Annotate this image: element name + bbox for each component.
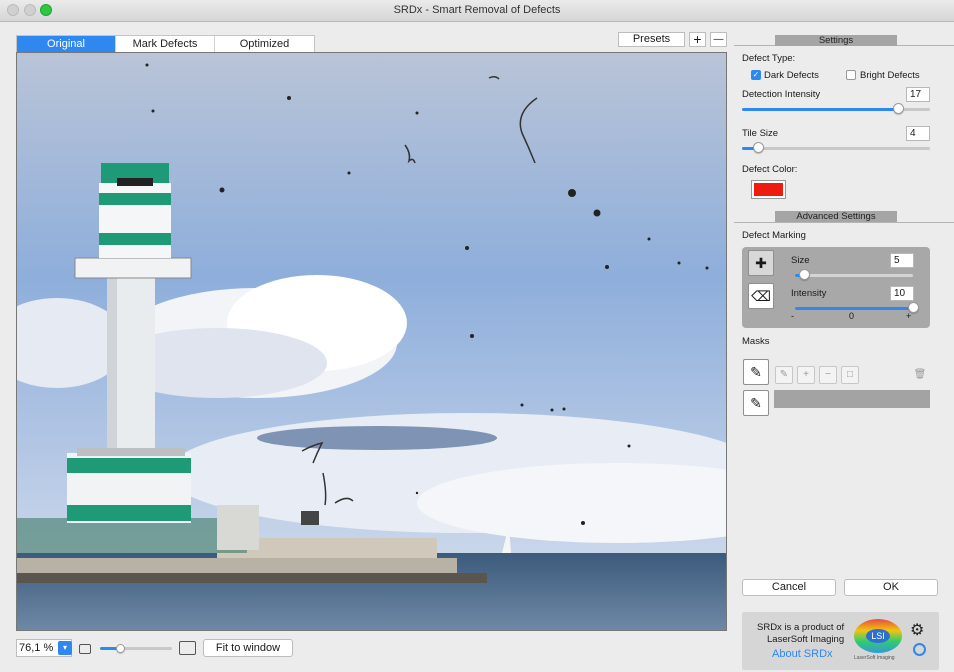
zoom-window-button[interactable] bbox=[40, 4, 52, 16]
scale-min-label: - bbox=[791, 311, 794, 321]
marking-size-field[interactable]: 5 bbox=[890, 253, 914, 268]
tile-size-field[interactable]: 4 bbox=[906, 126, 930, 141]
detection-intensity-field[interactable]: 17 bbox=[906, 87, 930, 102]
zoom-slider[interactable] bbox=[100, 644, 172, 653]
mask-invert-icon[interactable]: ✎ bbox=[775, 366, 793, 384]
marking-intensity-slider[interactable] bbox=[795, 302, 919, 313]
bright-defects-checkbox[interactable] bbox=[846, 70, 856, 80]
mask-subtract-icon[interactable]: − bbox=[819, 366, 837, 384]
promo-box: SRDx is a product of LaserSoft Imaging A… bbox=[742, 612, 939, 670]
tab-mark-defects[interactable]: Mark Defects bbox=[116, 36, 215, 52]
defect-color-label: Defect Color: bbox=[742, 164, 798, 175]
defect-marking-label: Defect Marking bbox=[742, 230, 806, 241]
minimize-window-button[interactable] bbox=[24, 4, 36, 16]
marking-size-label: Size bbox=[791, 255, 810, 266]
scale-max-label: + bbox=[906, 311, 912, 321]
detection-intensity-slider[interactable] bbox=[742, 103, 930, 114]
preview-photo bbox=[17, 53, 726, 630]
tile-size-slider[interactable] bbox=[742, 142, 930, 153]
settings-panel: Settings Defect Type: ✓ Dark Defects Bri… bbox=[734, 28, 954, 672]
tab-original[interactable]: Original bbox=[17, 36, 116, 52]
mask-intersect-icon[interactable]: □ bbox=[841, 366, 859, 384]
scale-mid-label: 0 bbox=[849, 311, 855, 321]
zoom-in-icon[interactable] bbox=[179, 641, 196, 655]
zoom-select[interactable]: 76,1 % ▾ bbox=[16, 639, 72, 657]
mask-pen-alt-icon[interactable]: ✎ bbox=[743, 390, 769, 416]
mask-pen-icon[interactable]: ✎ bbox=[743, 359, 769, 385]
view-tabs: Original Mark Defects Optimized bbox=[16, 35, 315, 52]
window-title: SRDx - Smart Removal of Defects bbox=[393, 4, 561, 16]
marking-intensity-field[interactable]: 10 bbox=[890, 286, 914, 301]
marking-intensity-label: Intensity bbox=[791, 288, 827, 299]
title-bar: SRDx - Smart Removal of Defects bbox=[0, 0, 954, 22]
gear-icon[interactable]: ⚙ bbox=[910, 620, 924, 640]
lsi-logo: LSI bbox=[854, 619, 902, 653]
mask-list[interactable] bbox=[774, 390, 930, 408]
settings-header: Settings bbox=[775, 35, 897, 46]
add-defect-brush-icon[interactable]: ✚ bbox=[748, 250, 774, 276]
zoom-out-icon[interactable] bbox=[79, 644, 91, 654]
remove-preset-button[interactable]: — bbox=[710, 32, 727, 47]
tile-size-label: Tile Size bbox=[742, 128, 779, 139]
dark-defects-checkbox[interactable]: ✓ bbox=[751, 70, 761, 80]
promo-line1: SRDx is a product of bbox=[757, 622, 845, 633]
divider bbox=[734, 222, 954, 223]
trash-icon[interactable]: 🗑 bbox=[913, 369, 927, 383]
advanced-settings-header: Advanced Settings bbox=[775, 211, 897, 222]
chevron-down-icon[interactable]: ▾ bbox=[58, 641, 72, 655]
add-preset-button[interactable]: + bbox=[689, 32, 706, 47]
eraser-icon[interactable]: ⌫ bbox=[748, 283, 774, 309]
dark-defects-label: Dark Defects bbox=[764, 70, 819, 81]
logo-caption: LaserSoft Imaging bbox=[854, 655, 895, 661]
bright-defects-label: Bright Defects bbox=[860, 70, 920, 81]
close-window-button[interactable] bbox=[7, 4, 19, 16]
masks-label: Masks bbox=[742, 336, 770, 347]
promo-line2: LaserSoft Imaging bbox=[767, 634, 845, 645]
presets-button[interactable]: Presets bbox=[618, 32, 685, 47]
help-icon[interactable] bbox=[913, 643, 926, 656]
image-preview[interactable] bbox=[16, 52, 727, 631]
fit-to-window-button[interactable]: Fit to window bbox=[203, 639, 293, 657]
ok-button[interactable]: OK bbox=[844, 579, 938, 596]
tab-optimized[interactable]: Optimized bbox=[215, 36, 314, 52]
defect-type-label: Defect Type: bbox=[742, 53, 796, 64]
defect-color-swatch[interactable] bbox=[751, 180, 786, 199]
mask-add-icon[interactable]: + bbox=[797, 366, 815, 384]
detection-intensity-label: Detection Intensity bbox=[742, 89, 821, 100]
zoom-value: 76,1 % bbox=[19, 642, 54, 654]
about-srdx-link[interactable]: About SRDx bbox=[772, 648, 833, 660]
cancel-button[interactable]: Cancel bbox=[742, 579, 836, 596]
marking-size-slider[interactable] bbox=[795, 269, 913, 280]
